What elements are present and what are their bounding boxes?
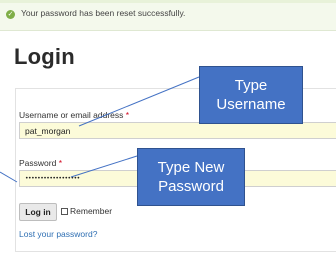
check-circle-icon: ✓ — [6, 10, 15, 19]
type-username-callout: Type Username — [199, 66, 303, 124]
notice-top-strip — [0, 0, 336, 3]
required-marker: * — [125, 110, 130, 120]
callout-password-line2: Password — [158, 178, 224, 195]
remember-me-checkbox[interactable] — [61, 208, 68, 215]
login-page: ✓ Your password has been reset successfu… — [0, 0, 336, 261]
lost-password-link[interactable]: Lost your password? — [19, 229, 97, 239]
callout-username-line1: Type — [234, 77, 268, 94]
username-label-text: Username or email address — [19, 110, 124, 120]
username-label: Username or email address * — [19, 110, 129, 120]
required-marker: * — [58, 158, 63, 168]
login-button[interactable]: Log in — [19, 203, 57, 221]
page-title: Login — [14, 44, 75, 69]
notice-message: Your password has been reset successfull… — [21, 8, 186, 18]
username-input[interactable] — [19, 122, 336, 139]
password-label: Password * — [19, 158, 62, 168]
type-new-password-callout: Type New Password — [137, 148, 245, 206]
callout-username-line2: Username — [216, 96, 286, 113]
success-notice: ✓ Your password has been reset successfu… — [0, 0, 336, 31]
callout-password-line1: Type New — [157, 159, 225, 176]
password-label-text: Password — [19, 158, 57, 168]
remember-me-label[interactable]: Remember — [70, 206, 112, 216]
